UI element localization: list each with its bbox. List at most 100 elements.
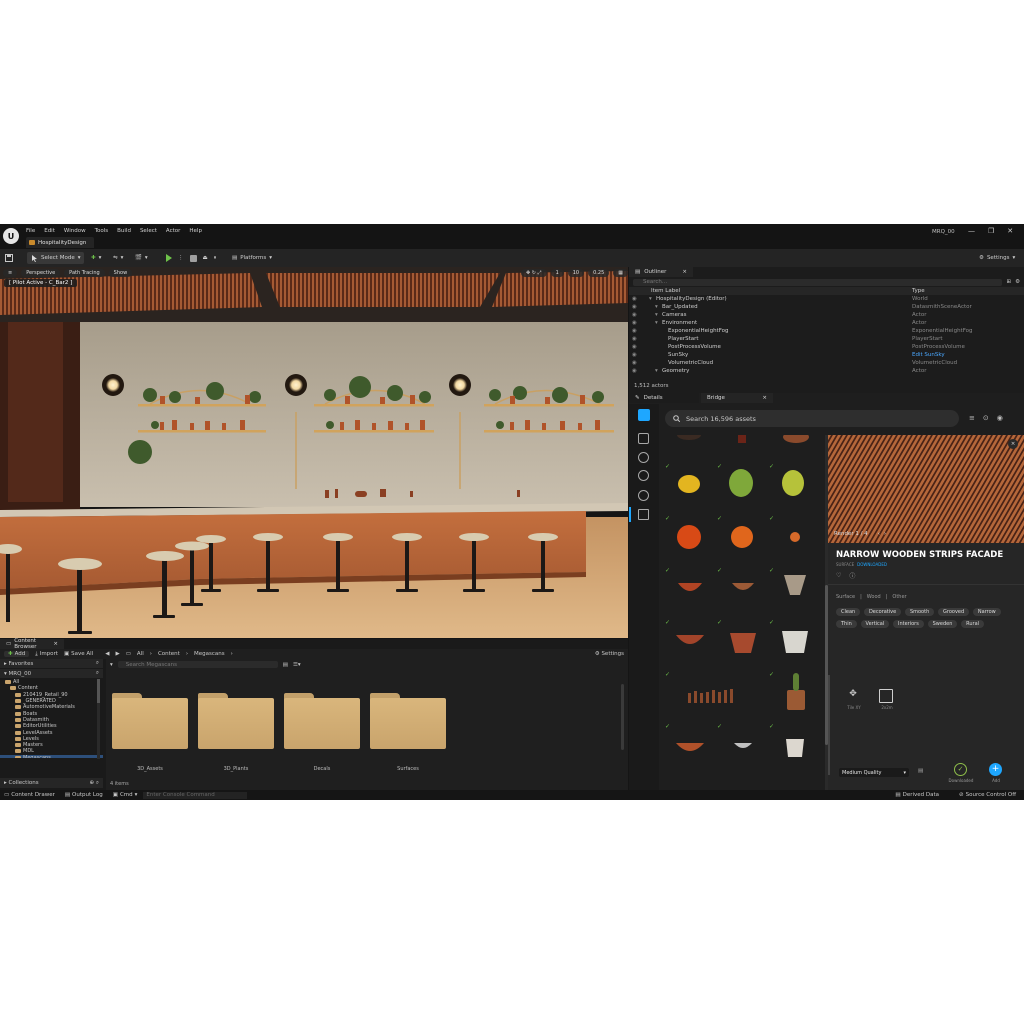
- eject-icon[interactable]: ⏏: [203, 255, 208, 261]
- move-icon[interactable]: ✥: [844, 689, 862, 699]
- quality-select[interactable]: Medium Quality ▾: [839, 768, 909, 777]
- outliner-search-input[interactable]: Search...: [633, 278, 1003, 286]
- perspective-button[interactable]: Perspective: [21, 268, 61, 277]
- outliner-row[interactable]: ◉ VolumetricCloud VolumetricCloud: [629, 359, 1024, 367]
- play-icon[interactable]: [166, 254, 172, 262]
- outliner-row[interactable]: ◉ ExponentialHeightFog ExponentialHeightFo…: [629, 327, 1024, 335]
- content-settings-button[interactable]: ⚙ Settings: [595, 651, 624, 657]
- folder-surfaces[interactable]: [370, 693, 446, 749]
- add-content-icon[interactable]: ✚ ▾: [91, 252, 101, 264]
- fov-value[interactable]: 10: [567, 268, 585, 277]
- search-icon[interactable]: ⌕: [96, 670, 99, 677]
- tag-grooved[interactable]: Grooved: [938, 608, 970, 616]
- folder-3d-assets[interactable]: [112, 693, 188, 749]
- output-log-button[interactable]: ▤ Output Log: [65, 792, 103, 798]
- tag-rural[interactable]: Rural: [961, 620, 985, 628]
- add-filter-icon[interactable]: ⊞: [1006, 279, 1011, 285]
- expand-arrow-icon[interactable]: ▾: [655, 368, 658, 374]
- downloaded-icon[interactable]: ✓: [954, 763, 967, 776]
- content-drawer-button[interactable]: ▭ Content Drawer: [4, 792, 55, 798]
- asset-view-scrollbar[interactable]: [621, 684, 624, 750]
- viewport-options-icon[interactable]: ≡: [3, 268, 18, 277]
- visibility-eye-icon[interactable]: ◉: [632, 328, 637, 334]
- expand-arrow-icon[interactable]: ▾: [655, 304, 658, 310]
- save-icon[interactable]: [5, 252, 13, 264]
- tree-scrollbar[interactable]: [97, 679, 100, 759]
- tab-details[interactable]: ✎ Details: [629, 393, 699, 403]
- close-icon[interactable]: ×: [1008, 439, 1018, 449]
- bridge-home-icon[interactable]: [638, 409, 650, 421]
- favorites-header[interactable]: ▸ Favorites ⌕: [0, 659, 103, 668]
- globe-icon[interactable]: [638, 452, 649, 463]
- tab-content-browser[interactable]: ▭ Content Browser ×: [0, 638, 64, 650]
- menu-window[interactable]: Window: [64, 228, 86, 234]
- add-icon[interactable]: +: [989, 763, 1002, 776]
- category-other[interactable]: Other: [892, 594, 906, 600]
- tag-clean[interactable]: Clean: [836, 608, 861, 616]
- play-options-icon[interactable]: ⋮: [178, 255, 184, 261]
- menu-file[interactable]: File: [26, 228, 35, 234]
- tab-outliner[interactable]: ▤ Outliner ×: [629, 267, 693, 277]
- camera-speed-value[interactable]: 0.25: [588, 268, 610, 277]
- outliner-row[interactable]: ◉ PostProcessVolume PostProcessVolume: [629, 343, 1024, 351]
- chevron-right-icon[interactable]: ›: [884, 531, 886, 537]
- outliner-row[interactable]: ◉ ▾ Geometry Actor: [629, 367, 1024, 375]
- search-icon[interactable]: ⌕: [96, 660, 99, 667]
- cinematics-icon[interactable]: 🎬 ▾: [135, 252, 148, 264]
- asset-cell-lime-2[interactable]: ✓: [766, 461, 818, 513]
- gear-icon[interactable]: ⚙: [1015, 279, 1020, 285]
- menu-help[interactable]: Help: [189, 228, 202, 234]
- viewport-layout-icon[interactable]: ▦: [613, 268, 628, 277]
- expand-arrow-icon[interactable]: ▾: [655, 312, 658, 318]
- forward-icon[interactable]: ▶: [115, 651, 119, 657]
- size-square-icon[interactable]: [879, 689, 893, 703]
- house-icon[interactable]: [638, 433, 649, 444]
- column-type[interactable]: Type: [912, 288, 925, 294]
- collections-header[interactable]: ▸ Collections ⊕ ⌕: [0, 778, 103, 788]
- asset-cell-lemon[interactable]: ✓: [662, 461, 714, 513]
- menu-actor[interactable]: Actor: [166, 228, 180, 234]
- outliner-row[interactable]: ◉ PlayerStart PlayerStart: [629, 335, 1024, 343]
- tag-vertical[interactable]: Vertical: [860, 620, 890, 628]
- category-wood[interactable]: Wood: [867, 594, 881, 600]
- expand-arrow-icon[interactable]: ▾: [655, 320, 658, 326]
- visibility-eye-icon[interactable]: ◉: [632, 296, 637, 302]
- level-tab[interactable]: HospitalityDesign: [26, 237, 95, 248]
- search-icon[interactable]: ⌕: [96, 780, 99, 787]
- monitor-icon[interactable]: [638, 509, 649, 520]
- menu-tools[interactable]: Tools: [95, 228, 109, 234]
- tag-smooth[interactable]: Smooth: [904, 608, 935, 616]
- outliner-row[interactable]: ◉ ▾ Environment Actor: [629, 319, 1024, 327]
- asset-cell-bowl-5[interactable]: ✓: [714, 721, 766, 773]
- visibility-eye-icon[interactable]: ◉: [632, 360, 637, 366]
- cmd-dropdown[interactable]: ▣ Cmd ▾: [113, 792, 138, 798]
- column-item-label[interactable]: Item Label: [651, 288, 680, 294]
- asset-cell-bowl[interactable]: ✓: [662, 565, 714, 617]
- save-search-icon[interactable]: ▤: [283, 662, 288, 668]
- asset-cell-pot-3[interactable]: ✓: [766, 617, 818, 669]
- outliner-row[interactable]: ◉ SunSky Edit SunSky: [629, 351, 1024, 359]
- filter-icon[interactable]: ≡: [969, 414, 975, 422]
- outliner-row[interactable]: ◉ ▾ Cameras Actor: [629, 311, 1024, 319]
- view-mode-button[interactable]: Path Tracing: [64, 268, 105, 277]
- folder-decals[interactable]: [284, 693, 360, 749]
- visibility-eye-icon[interactable]: ◉: [632, 352, 637, 358]
- source-control-button[interactable]: ⊘ Source Control Off: [959, 792, 1016, 798]
- minimize-icon[interactable]: —: [968, 227, 975, 235]
- transform-tools[interactable]: ✥ ↻ ⤢: [521, 268, 547, 277]
- filter-icon[interactable]: ▾: [110, 662, 113, 668]
- unreal-logo[interactable]: U: [3, 228, 19, 244]
- close-icon[interactable]: ×: [682, 269, 687, 275]
- tab-bridge[interactable]: Bridge ×: [701, 393, 773, 403]
- close-icon[interactable]: ✕: [1007, 227, 1013, 235]
- tag-narrow[interactable]: Narrow: [972, 608, 1001, 616]
- asset-cell-bowl-2[interactable]: ✓: [714, 565, 766, 617]
- outliner-item-type[interactable]: Edit SunSky: [912, 352, 945, 358]
- import-button[interactable]: ⤓ Import: [35, 651, 58, 658]
- pilot-badge[interactable]: [ Pilot Active - C_Bar2 ]: [4, 279, 78, 287]
- chevron-left-icon[interactable]: ‹: [878, 531, 880, 537]
- category-surface[interactable]: Surface: [836, 594, 855, 600]
- add-collection-icon[interactable]: ⊕: [90, 780, 95, 786]
- outliner-row[interactable]: ◉ ▾ HospitalityDesign (Editor) World: [629, 295, 1024, 303]
- tag-interiors[interactable]: Interiors: [893, 620, 924, 628]
